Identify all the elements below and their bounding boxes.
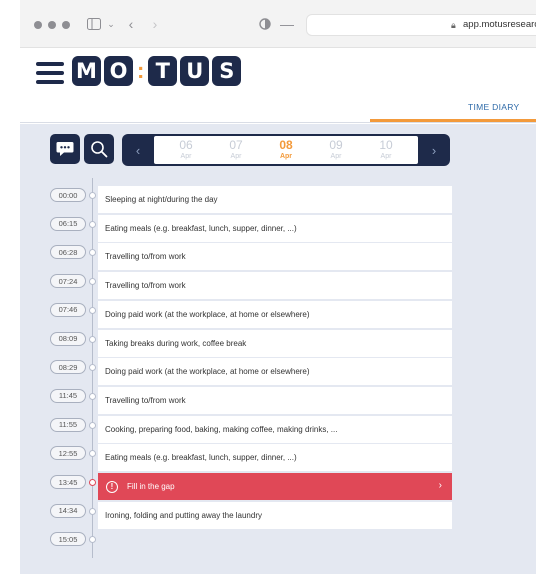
activity-entry[interactable]: Doing paid work (at the workplace, at ho… [98, 300, 452, 328]
activity-label: Doing paid work (at the workplace, at ho… [105, 309, 310, 319]
activity-entry[interactable]: Eating meals (e.g. breakfast, lunch, sup… [98, 444, 452, 472]
logo-separator: : [137, 58, 145, 83]
time-label[interactable]: 08:29 [50, 360, 86, 375]
time-label[interactable]: 07:24 [50, 274, 86, 289]
time-label[interactable]: 06:28 [50, 245, 86, 260]
browser-toolbar: ⌄ ‹ › — 🔒︎ app.motusresearch. [20, 0, 536, 48]
browser-window: ⌄ ‹ › — 🔒︎ app.motusresearch. M O : T U … [20, 0, 536, 574]
time-label[interactable]: 06:15 [50, 216, 86, 231]
sidebar-toggle-icon[interactable] [84, 14, 104, 34]
timeline-dot [89, 335, 96, 343]
search-button[interactable] [84, 134, 114, 164]
activity-entry[interactable]: Ironing, folding and putting away the la… [98, 501, 452, 529]
logo-letter: T [148, 56, 178, 86]
activity-entry[interactable]: Sleeping at night/during the day [98, 186, 452, 213]
url-text: app.motusresearch. [463, 19, 536, 30]
logo-letter: U [180, 56, 210, 86]
activity-label: Travelling to/from work [105, 395, 186, 405]
privacy-shield-icon[interactable] [258, 14, 272, 34]
time-label[interactable]: 12:55 [50, 446, 86, 461]
fill-gap-button[interactable]: ! Fill in the gap › [98, 473, 452, 500]
activity-label: Travelling to/from work [105, 252, 186, 262]
timeline-dot [89, 220, 96, 228]
window-close-button[interactable] [34, 21, 42, 29]
time-label[interactable]: 15:05 [50, 532, 86, 547]
timeline-dot [89, 306, 96, 314]
logo-letter: S [212, 56, 242, 86]
timeline-dot [89, 507, 96, 515]
timeline-dot [89, 479, 96, 486]
window-minimize-button[interactable] [48, 21, 56, 29]
activity-label: Ironing, folding and putting away the la… [105, 510, 262, 520]
activity-label: Doing paid work (at the workplace, at ho… [105, 367, 310, 377]
activity-entry[interactable]: Cooking, preparing food, baking, making … [98, 415, 452, 443]
activity-entry[interactable]: Travelling to/from work [98, 386, 452, 414]
activity-entry[interactable]: Travelling to/from work [98, 272, 452, 300]
tab-time-diary[interactable]: TIME DIARY [468, 102, 520, 112]
chat-button[interactable] [50, 134, 80, 164]
lock-icon: 🔒︎ [451, 20, 456, 30]
activity-entry[interactable]: Taking breaks during work, coffee break [98, 329, 452, 357]
date-item-selected[interactable]: 08 Apr [266, 138, 306, 161]
time-label[interactable]: 11:55 [50, 417, 86, 432]
active-tab-indicator [370, 119, 536, 122]
activity-label: Fill in the gap [127, 482, 175, 491]
time-label[interactable]: 13:45 [50, 475, 86, 489]
search-icon [91, 141, 108, 158]
address-bar[interactable]: 🔒︎ app.motusresearch. [306, 14, 536, 36]
timeline-dot [89, 192, 96, 199]
timeline-dot [89, 392, 96, 400]
date-item[interactable]: 06 Apr [166, 138, 206, 161]
activity-label: Eating meals (e.g. breakfast, lunch, sup… [105, 453, 297, 463]
activity-entry[interactable]: Eating meals (e.g. breakfast, lunch, sup… [98, 214, 452, 242]
time-label[interactable]: 08:09 [50, 331, 86, 346]
activity-label: Travelling to/from work [105, 281, 186, 291]
date-selector: ‹ 06 Apr 07 Apr 08 Apr 09 Apr 10 Apr › [122, 134, 450, 166]
app-header: M O : T U S TIME DIARY [20, 48, 536, 123]
time-label[interactable]: 00:00 [50, 188, 86, 202]
window-zoom-button[interactable] [62, 21, 70, 29]
chevron-right-icon: › [438, 480, 442, 491]
timeline-dot [89, 278, 96, 286]
chevron-down-icon[interactable]: ⌄ [106, 14, 116, 34]
logo-letter: O [104, 56, 133, 86]
date-item[interactable]: 07 Apr [216, 138, 256, 161]
timeline-dot [89, 536, 96, 544]
activity-label: Cooking, preparing food, baking, making … [105, 424, 338, 434]
date-item[interactable]: 09 Apr [316, 138, 356, 161]
timeline-dot [89, 249, 96, 257]
minus-icon[interactable]: — [280, 14, 294, 34]
time-diary-panel: ‹ 06 Apr 07 Apr 08 Apr 09 Apr 10 Apr › 00:00 S… [20, 124, 536, 574]
timeline-dot [89, 364, 96, 372]
date-window: 06 Apr 07 Apr 08 Apr 09 Apr 10 Apr [154, 136, 418, 164]
time-label[interactable]: 07:46 [50, 302, 86, 317]
activity-entry[interactable]: Doing paid work (at the workplace, at ho… [98, 358, 452, 386]
logo-letter: M [72, 56, 101, 86]
activity-label: Eating meals (e.g. breakfast, lunch, sup… [105, 223, 297, 233]
time-label[interactable]: 14:34 [50, 503, 86, 518]
menu-icon[interactable] [36, 62, 64, 84]
activity-label: Taking breaks during work, coffee break [105, 338, 247, 348]
activity-label: Sleeping at night/during the day [105, 195, 218, 204]
chevron-left-icon[interactable]: ‹ [122, 134, 154, 166]
motus-logo: M O : T U S [72, 56, 242, 86]
chevron-right-icon[interactable]: › [418, 134, 450, 166]
date-item[interactable]: 10 Apr [366, 138, 406, 161]
timeline-dot [89, 450, 96, 458]
activity-entry[interactable]: Travelling to/from work [98, 243, 452, 271]
timeline-dot [89, 421, 96, 429]
time-label[interactable]: 11:45 [50, 388, 86, 403]
exclamation-circle-icon: ! [106, 480, 118, 493]
forward-button[interactable]: › [148, 14, 162, 34]
chat-bubble-icon [56, 142, 74, 156]
back-button[interactable]: ‹ [124, 14, 138, 34]
